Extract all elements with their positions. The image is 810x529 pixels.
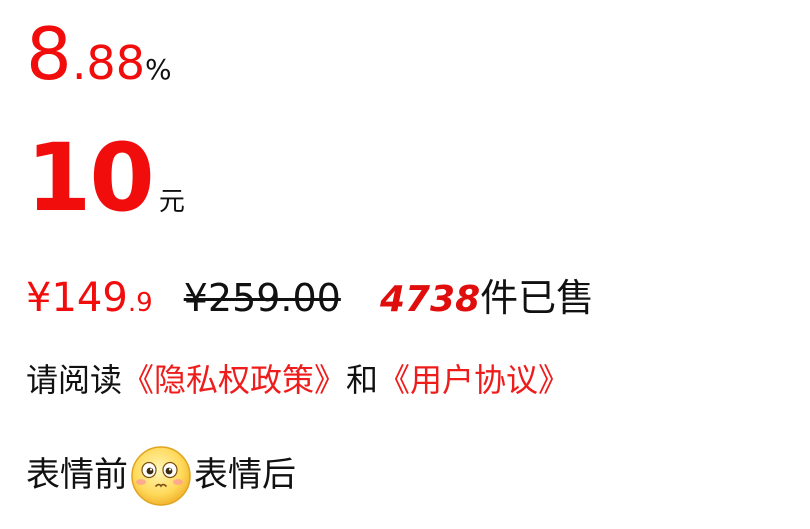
- interest-rate: 8.88%: [26, 18, 172, 90]
- blushing-face-icon: [128, 442, 194, 508]
- agreement-prefix: 请阅读: [26, 361, 123, 399]
- amount-unit: 元: [158, 187, 185, 217]
- price-currency: ¥: [26, 275, 52, 321]
- agreement-connector: 和: [346, 361, 379, 399]
- rate-integer: 8: [26, 12, 72, 96]
- amount-value: 10: [26, 124, 155, 233]
- rate-decimal: .88: [71, 36, 145, 90]
- emoji-before-text: 表情前: [26, 455, 128, 495]
- original-price: ¥259.00: [183, 276, 341, 320]
- sold-count: 4738: [379, 279, 481, 320]
- price-line: ¥149.9 ¥259.00 4738件已售: [26, 278, 594, 318]
- rate-unit: %: [144, 53, 172, 86]
- privacy-policy-link[interactable]: 《隐私权政策》: [122, 361, 346, 399]
- user-agreement-link[interactable]: 《用户协议》: [378, 361, 570, 399]
- price-decimal: .9: [127, 288, 153, 318]
- coupon-amount: 10 元: [26, 132, 185, 226]
- sold-label: 件已售: [480, 276, 595, 320]
- agreement-line: 请阅读《隐私权政策》和《用户协议》: [26, 364, 570, 396]
- emoji-line: 表情前 表情后: [26, 442, 296, 508]
- price-integer: 149: [51, 275, 128, 321]
- emoji-after-text: 表情后: [194, 455, 296, 495]
